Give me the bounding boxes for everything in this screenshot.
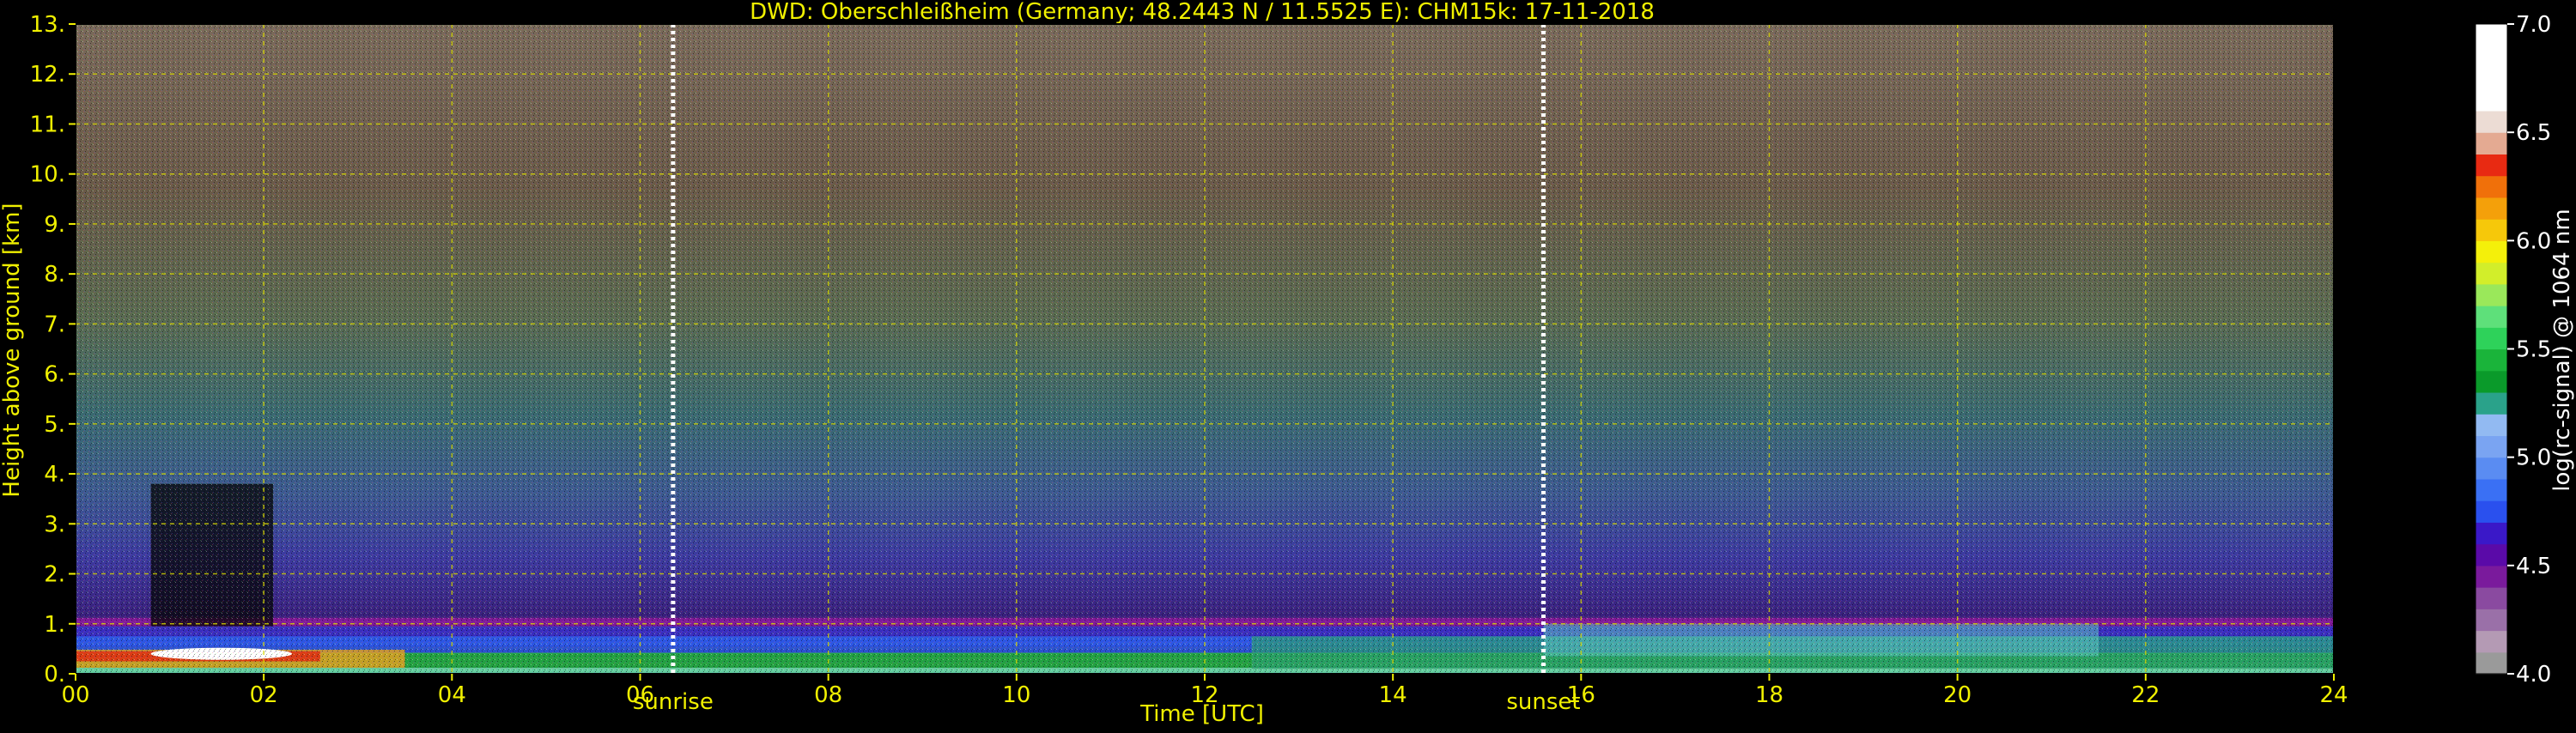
colorbar-segment (2476, 110, 2507, 133)
colorbar-tick-label: 6.5 (2516, 120, 2551, 146)
y-ticks: 0.1.2.3.4.5.6.7.8.9.10.11.12.13. (30, 12, 76, 688)
colorbar-segment (2476, 45, 2507, 69)
sunset-label: sunset (1506, 689, 1580, 715)
x-tick-label: 22 (2131, 682, 2160, 708)
y-axis-label: Height above ground [km] (0, 203, 25, 497)
x-tick-label: 24 (2319, 682, 2348, 708)
colorbar-tick-label: 6.0 (2516, 228, 2551, 254)
colorbar-segment (2476, 306, 2507, 328)
colorbar-segment (2476, 88, 2507, 112)
y-tick-label: 5. (44, 412, 65, 438)
y-tick-label: 6. (44, 362, 65, 388)
colorbar-segment (2476, 651, 2507, 675)
colorbar-segment (2476, 500, 2507, 523)
x-tick-label: 18 (1755, 682, 1783, 708)
colorbar-segment (2476, 240, 2507, 264)
sunrise-label: sunrise (633, 689, 714, 715)
x-tick-label: 08 (814, 682, 842, 708)
x-tick-label: 00 (61, 682, 89, 708)
y-tick-label: 12. (30, 62, 65, 88)
colorbar-segment (2476, 197, 2507, 220)
colorbar-segment (2476, 283, 2507, 306)
colorbar: 4.0 4.5 5.0 5.5 6.0 6.5 7.0 (2475, 12, 2551, 688)
colorbar-segment (2476, 175, 2507, 198)
y-tick-label: 10. (30, 162, 65, 188)
colorbar-segment (2476, 219, 2507, 241)
y-tick-label: 8. (44, 262, 65, 288)
colorbar-segment (2476, 630, 2507, 653)
chart-root: DWD: Oberschleißheim (Germany; 48.2443 N… (0, 0, 2576, 730)
colorbar-segment (2476, 391, 2507, 415)
colorbar-tick-label: 5.0 (2516, 445, 2551, 471)
colorbar-segment (2476, 24, 2507, 46)
x-tick-label: 10 (1002, 682, 1030, 708)
x-tick-label: 20 (1943, 682, 1971, 708)
colorbar-segment (2476, 478, 2507, 501)
colorbar-segment (2476, 435, 2507, 458)
colorbar-segment (2476, 543, 2507, 566)
x-tick-label: 04 (438, 682, 466, 708)
colorbar-segment (2476, 348, 2507, 372)
colorbar-segment (2476, 414, 2507, 437)
x-axis-label: Time [UTC] (1139, 701, 1264, 727)
colorbar-segment (2476, 609, 2507, 632)
x-tick-label: 14 (1379, 682, 1407, 708)
colorbar-segment (2476, 154, 2507, 177)
y-tick-label: 13. (30, 12, 65, 38)
y-tick-label: 4. (44, 462, 65, 488)
y-tick-label: 7. (44, 312, 65, 337)
y-tick-label: 2. (44, 562, 65, 588)
colorbar-tick-label: 4.5 (2516, 554, 2551, 579)
colorbar-segment (2476, 565, 2507, 588)
colorbar-segment (2476, 587, 2507, 609)
y-tick-label: 3. (44, 512, 65, 537)
colorbar-segment (2476, 67, 2507, 90)
colorbar-segment (2476, 327, 2507, 350)
ceilometer-chart: DWD: Oberschleißheim (Germany; 48.2443 N… (0, 0, 2575, 727)
y-tick-label: 1. (44, 612, 65, 638)
plot-area (75, 23, 2335, 675)
colorbar-tick-label: 4.0 (2516, 662, 2551, 688)
colorbar-segment (2476, 262, 2507, 285)
colorbar-tick-label: 5.5 (2516, 337, 2551, 363)
colorbar-segment (2476, 370, 2507, 393)
colorbar-tick-label: 7.0 (2516, 12, 2551, 38)
colorbar-label: log(rc-signal) @ 1064 nm (2549, 209, 2575, 491)
chart-title: DWD: Oberschleißheim (Germany; 48.2443 N… (750, 0, 1655, 25)
y-tick-label: 9. (44, 212, 65, 238)
colorbar-segment (2476, 457, 2507, 480)
y-tick-label: 11. (30, 112, 65, 137)
colorbar-segment (2476, 522, 2507, 545)
colorbar-segment (2476, 132, 2507, 154)
x-tick-label: 02 (250, 682, 278, 708)
